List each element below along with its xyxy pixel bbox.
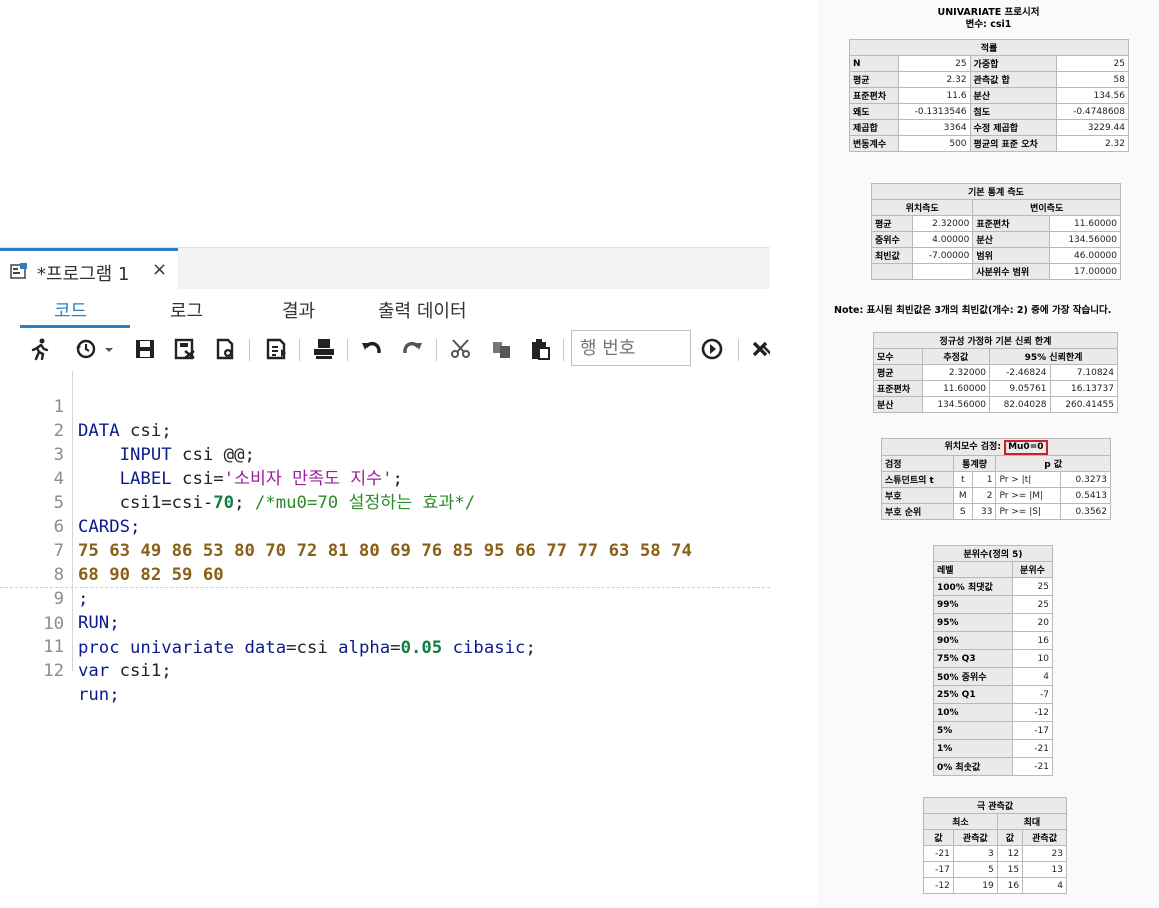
toolbar-divider <box>436 339 437 361</box>
code-line: 6 75 63 49 86 53 80 70 72 81 80 69 76 85… <box>0 491 770 561</box>
code-line: 8 ; <box>0 539 770 609</box>
active-tab-indicator <box>20 325 130 328</box>
mu0-highlight: Mu0=0 <box>1004 440 1048 455</box>
table-row: 표준편차 11.60000 9.05761 16.13737 <box>873 380 1119 397</box>
table-row: 평균 2.32000 표준편차 11.60000 <box>871 215 1122 232</box>
program-file-icon <box>10 263 28 280</box>
code-line: 10 proc univariate data=csi alpha=0.05 c… <box>0 587 770 658</box>
save-as-icon[interactable] <box>173 337 197 361</box>
table-header: 기본 통계 측도 <box>871 183 1121 200</box>
confidence-limits-table: 정규성 가정하 기본 신뢰 한계 모수 추정값 95% 신뢰한계 평균 2.32000… <box>873 332 1119 413</box>
program-editor: *프로그램 1 × 코드 로그 결과 출력 데이터 행 번호 1 DATA cs… <box>0 247 770 705</box>
go-to-line-icon[interactable] <box>700 337 724 361</box>
line-number-input[interactable] <box>571 330 691 366</box>
extreme-observations-table: 극 관측값 최소 최대 값 관측값 값 관측값 -21 3 12 23 -17 5 15 13 -1… <box>923 797 1068 894</box>
code-line: 11 var csi1; <box>0 611 770 681</box>
table-row: 부호 순위 S 33 Pr >= |S| 0.3562 <box>881 503 1111 520</box>
code-line: 7 68 90 82 59 60 <box>0 515 770 585</box>
clear-icon[interactable] <box>750 337 770 361</box>
table-row: -12 19 16 4 <box>923 877 1067 894</box>
document-icon[interactable] <box>264 337 288 361</box>
code-text: var csi1; <box>78 661 172 681</box>
toolbar-divider <box>249 339 250 361</box>
table-row: 평균 2.32 관측값 합 58 <box>849 71 1129 88</box>
tab-program-1[interactable]: *프로그램 1 × <box>0 248 178 290</box>
table-row: 표준편차 11.6 분산 134.56 <box>849 87 1129 104</box>
run-icon[interactable] <box>28 337 52 361</box>
chevron-down-icon[interactable] <box>97 337 113 361</box>
table-row: 95% 20 <box>933 613 1054 632</box>
tab-bar: *프로그램 1 × <box>0 247 770 290</box>
table-row: 변동계수 500 평균의 표준 오차 2.32 <box>849 135 1129 152</box>
table-row: -17 5 15 13 <box>923 861 1067 878</box>
tab-results[interactable]: 결과 <box>282 297 315 323</box>
code-line: 2 INPUT csi @@; <box>0 395 770 465</box>
close-icon[interactable]: × <box>152 259 167 280</box>
table-row: 평균 2.32000 -2.46824 7.10824 <box>873 364 1119 381</box>
mode-note: Note: 표시된 최빈값은 3개의 최빈값(개수: 2) 중에 가장 작습니다… <box>834 305 1112 316</box>
table-row: 100% 최댓값 25 <box>933 577 1054 596</box>
table-row: 스튜던트의 t t 1 Pr > |t| 0.3273 <box>881 471 1111 488</box>
toolbar-divider <box>738 339 739 361</box>
code-editor[interactable]: 1 DATA csi; 2 INPUT csi @@; 3 LABEL csi=… <box>0 371 770 705</box>
code-text: run; <box>78 685 120 705</box>
undo-icon[interactable] <box>360 337 384 361</box>
moments-table: 적률 N 25 가중합 25 평균 2.32 관측값 합 58 표준편차 11.6 분산 134.… <box>849 39 1129 152</box>
table-row: 1% -21 <box>933 739 1054 758</box>
table-row: 10% -12 <box>933 703 1054 722</box>
redo-icon[interactable] <box>400 337 424 361</box>
table-row: 최빈값 -7.00000 범위 46.00000 <box>871 247 1122 264</box>
toolbar-divider <box>299 339 300 361</box>
code-line: 9 RUN; <box>0 563 770 633</box>
history-icon[interactable] <box>74 337 98 361</box>
code-line: 4 csi1=csi-70; /*mu0=70 설정하는 효과*/ <box>0 443 770 513</box>
table-row: 왜도 -0.1313546 첨도 -0.4748608 <box>849 103 1129 120</box>
table-header: 정규성 가정하 기본 신뢰 한계 <box>873 332 1118 349</box>
table-row: 부호 M 2 Pr >= |M| 0.5413 <box>881 487 1111 504</box>
table-row: 중위수 4.00000 분산 134.56000 <box>871 231 1122 248</box>
location-tests-table: 위치모수 검정: Mu0=0 검정 통계량 p 값 스튜던트의 t t 1 Pr > |t… <box>881 438 1111 520</box>
paste-icon[interactable] <box>528 337 552 361</box>
code-line: 12 run; <box>0 635 770 705</box>
toolbar-divider <box>563 339 564 361</box>
table-header: 극 관측값 <box>923 797 1067 814</box>
table-row: 90% 16 <box>933 631 1054 650</box>
table-header: 적률 <box>849 39 1129 56</box>
code-line: 5 CARDS; <box>0 467 770 537</box>
export-icon[interactable] <box>213 337 237 361</box>
results-panel: UNIVARIATE 프로시저 변수: csi1 적률 N 25 가중합 25 평균 2… <box>818 0 1159 908</box>
table-header: 분위수(정의 5) <box>933 545 1053 562</box>
table-row: 0% 최솟값 -21 <box>933 757 1054 776</box>
table-row: 99% 25 <box>933 595 1054 614</box>
tab-output-data[interactable]: 출력 데이터 <box>378 297 467 323</box>
table-row: 분산 134.56000 82.04028 260.41455 <box>873 396 1119 413</box>
code-line: 1 DATA csi; <box>0 371 770 441</box>
cut-icon[interactable] <box>449 337 473 361</box>
print-icon[interactable] <box>312 337 336 361</box>
table-row: 25% Q1 -7 <box>933 685 1054 704</box>
save-icon[interactable] <box>133 337 157 361</box>
copy-icon[interactable] <box>490 337 514 361</box>
table-row: 50% 중위수 4 <box>933 667 1054 686</box>
tab-log[interactable]: 로그 <box>170 297 203 323</box>
table-header: 위치모수 검정: Mu0=0 <box>881 438 1111 456</box>
table-row: N 25 가중합 25 <box>849 55 1129 72</box>
tab-code[interactable]: 코드 <box>54 297 87 323</box>
table-row: 75% Q3 10 <box>933 649 1054 668</box>
code-line: 3 LABEL csi='소비자 만족도 지수'; <box>0 419 770 489</box>
table-row: -21 3 12 23 <box>923 845 1067 862</box>
line-number: 12 <box>43 661 64 681</box>
table-row: 제곱합 3364 수정 제곱합 3229.44 <box>849 119 1129 136</box>
basic-stats-table: 기본 통계 측도 위치측도 변이측도 평균 2.32000 표준편차 11.60000 … <box>870 183 1122 280</box>
tab-title: *프로그램 1 <box>37 264 130 285</box>
editor-toolbar <box>0 329 770 369</box>
toolbar-divider <box>347 339 348 361</box>
quantiles-table: 분위수(정의 5) 레벨 분위수 100% 최댓값 25 99% 25 95% 20 9… <box>933 545 1054 776</box>
table-row: 5% -17 <box>933 721 1054 740</box>
variable-title: 변수: csi1 <box>965 19 1012 30</box>
view-tabs: 코드 로그 결과 출력 데이터 <box>0 289 770 329</box>
table-row: 사분위수 범위 17.00000 <box>871 263 1122 280</box>
